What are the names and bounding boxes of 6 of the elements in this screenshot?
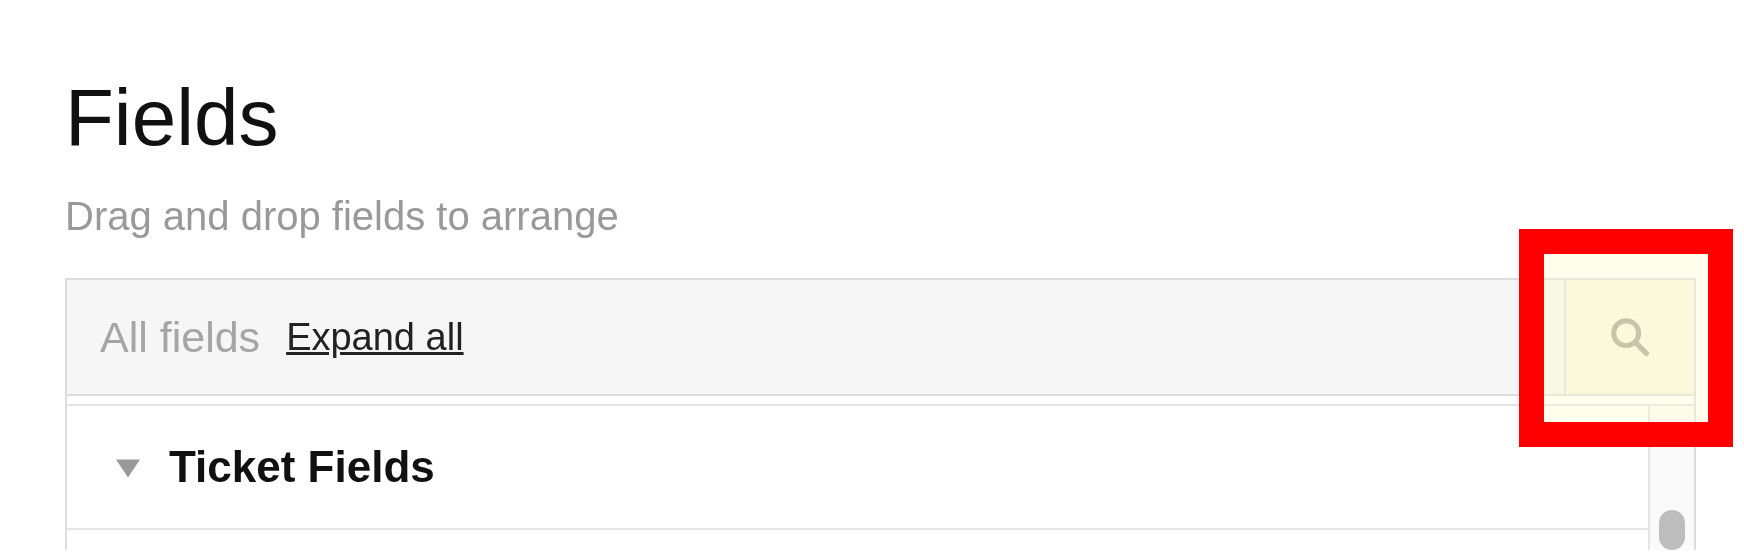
group-label: Ticket Fields — [169, 442, 435, 492]
toolbar-label: All fields — [100, 312, 261, 362]
expand-all-link[interactable]: Expand all — [286, 315, 464, 359]
page-subtitle: Drag and drop fields to arrange — [65, 193, 620, 240]
page-title: Fields — [65, 72, 280, 164]
tree-group-row[interactable]: Ticket Fields — [67, 406, 1648, 530]
